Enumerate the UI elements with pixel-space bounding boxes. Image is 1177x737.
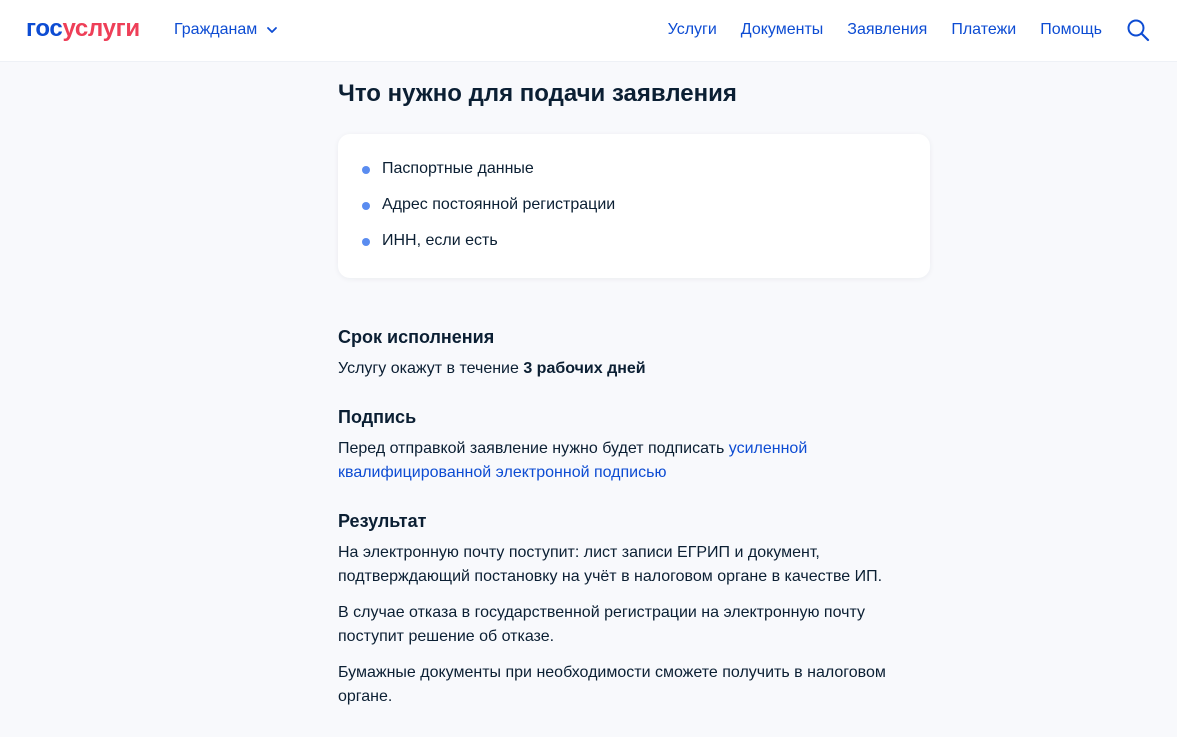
audience-label: Гражданам [174,21,258,38]
requirements-card: Паспортные данные Адрес постоянной регис… [338,134,930,278]
result-paragraph-1: На электронную почту поступит: лист запи… [338,544,883,585]
nav-documents[interactable]: Документы [741,19,823,41]
requirements-list: Паспортные данные Адрес постоянной регис… [362,158,615,266]
list-item-text: ИНН, если есть [382,232,498,249]
signature-text: Перед отправкой заявление нужно будет по… [338,437,818,485]
search-icon[interactable] [1126,18,1150,42]
chevron-down-icon [267,27,278,33]
nav-help[interactable]: Помощь [1040,19,1102,41]
list-item-text: Паспортные данные [382,160,534,177]
list-item: Паспортные данные [362,158,615,194]
nav-applications[interactable]: Заявления [847,19,927,41]
logo-part-gos: гос [26,15,63,42]
bullet-icon [362,238,370,246]
nav-payments[interactable]: Платежи [951,19,1016,41]
logo-part-uslugi: услуги [62,15,140,42]
result-paragraph-2: В случае отказа в государственной регист… [338,604,865,645]
result-paragraph-3: Бумажные документы при необходимости смо… [338,664,886,705]
nav-services[interactable]: Услуги [668,19,717,41]
site-header: госуслуги Гражданам Услуги Документы Зая… [0,0,1177,62]
list-item-text: Адрес постоянной регистрации [382,196,616,213]
list-item: ИНН, если есть [362,230,615,266]
gosuslugi-logo[interactable]: госуслуги [26,14,140,44]
deadline-prefix: Услугу окажут в течение [338,360,524,377]
signature-prefix: Перед отправкой заявление нужно будет по… [338,440,729,457]
signature-heading: Подпись [338,407,417,427]
audience-dropdown[interactable]: Гражданам [174,19,279,41]
page-title: Что нужно для подачи заявления [338,80,737,107]
list-item: Адрес постоянной регистрации [362,194,615,230]
result-heading: Результат [338,511,427,531]
deadline-text: Услугу окажут в течение 3 рабочих дней [338,357,930,381]
deadline-value: 3 рабочих дней [523,360,646,377]
deadline-heading: Срок исполнения [338,327,495,347]
bullet-icon [362,202,370,210]
bullet-icon [362,166,370,174]
main-nav: Услуги Документы Заявления Платежи Помощ… [668,19,1102,41]
